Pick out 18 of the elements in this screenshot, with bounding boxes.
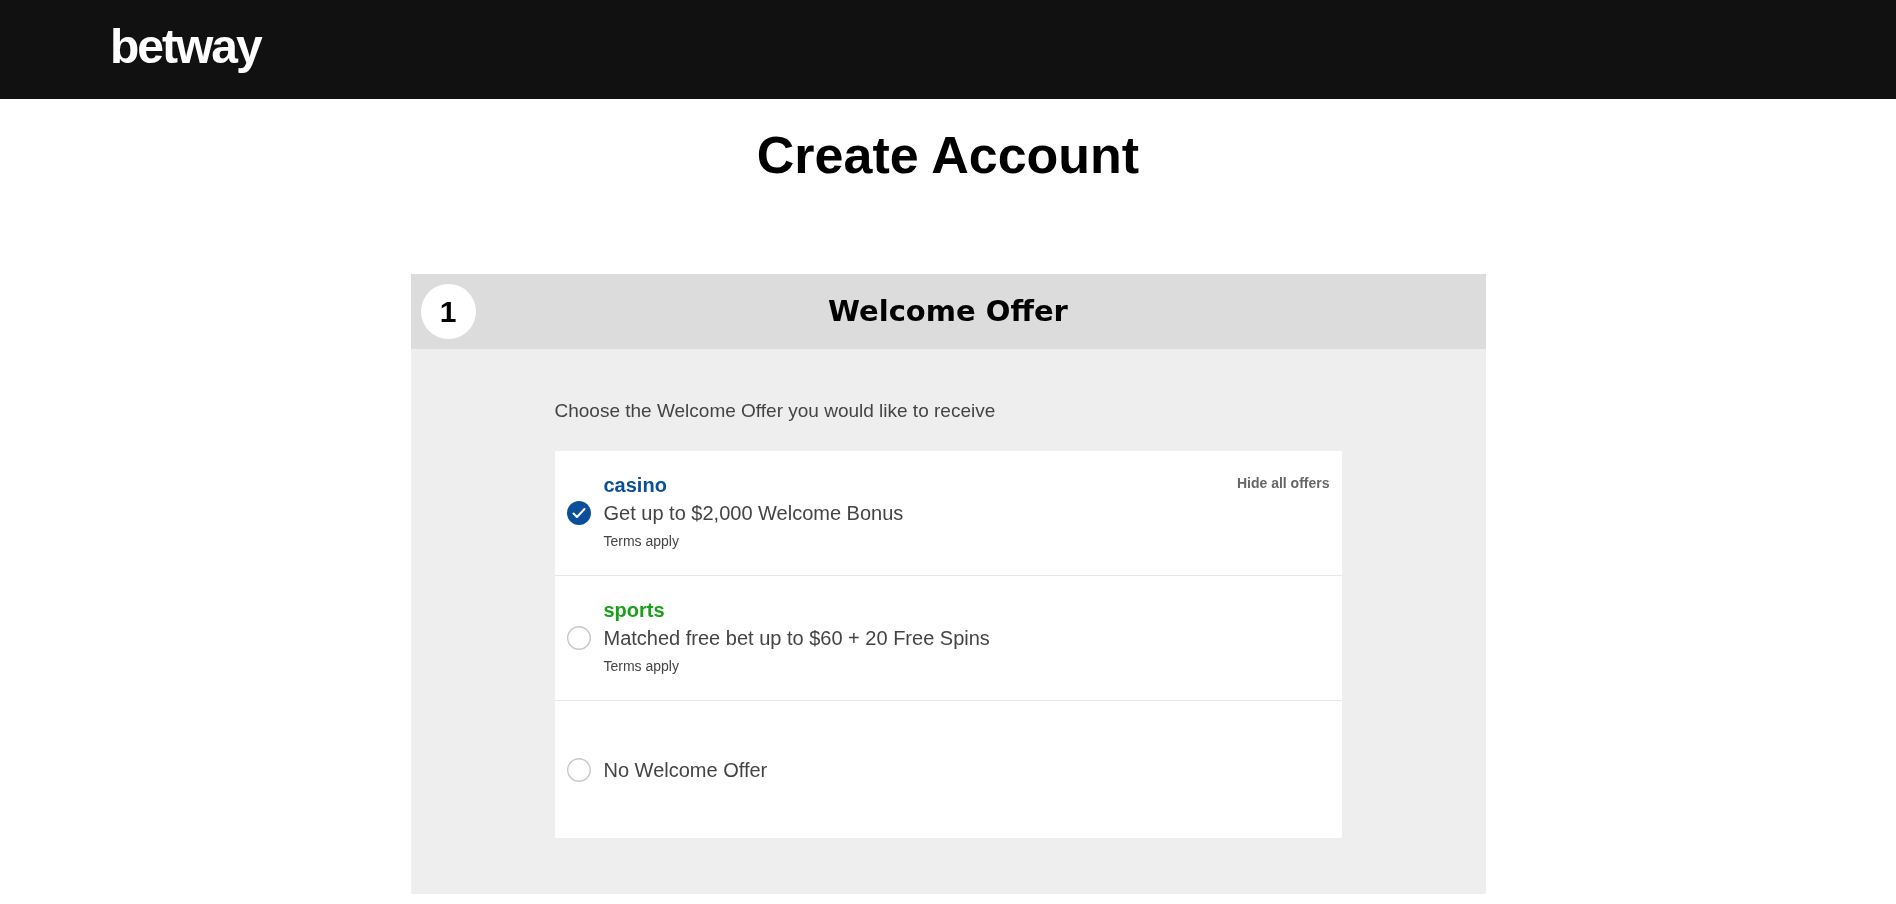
page-title: Create Account	[755, 125, 1141, 186]
offer-description: No Welcome Offer	[603, 757, 768, 783]
terms-text: Terms apply	[603, 657, 680, 676]
intro-text: Choose the Welcome Offer you would like to receive	[554, 399, 997, 423]
radio-button-icon[interactable]	[566, 626, 591, 650]
offer-description: Get up to $2,000 Welcome Bonus	[603, 501, 904, 526]
offer-option[interactable]: No Welcome Offer	[554, 701, 1342, 838]
checked-radio-icon[interactable]	[566, 501, 591, 525]
step-title: Welcome Offer	[828, 292, 1068, 330]
hide-offers-link[interactable]: Hide all offers	[1236, 473, 1330, 494]
logo[interactable]: betway	[110, 22, 261, 77]
step-number: 1	[420, 284, 476, 339]
radio-button-icon[interactable]	[566, 757, 591, 782]
offer-description: Matched free bet up to $60 + 20 Free Spins	[603, 626, 990, 651]
offer-option[interactable]: sports Matched free bet up to $60 + 20 Free Spins Terms apply	[554, 576, 1342, 701]
terms-text: Terms apply	[603, 532, 680, 551]
offer-category: casino	[603, 473, 668, 498]
offer-category: sports	[603, 598, 666, 623]
